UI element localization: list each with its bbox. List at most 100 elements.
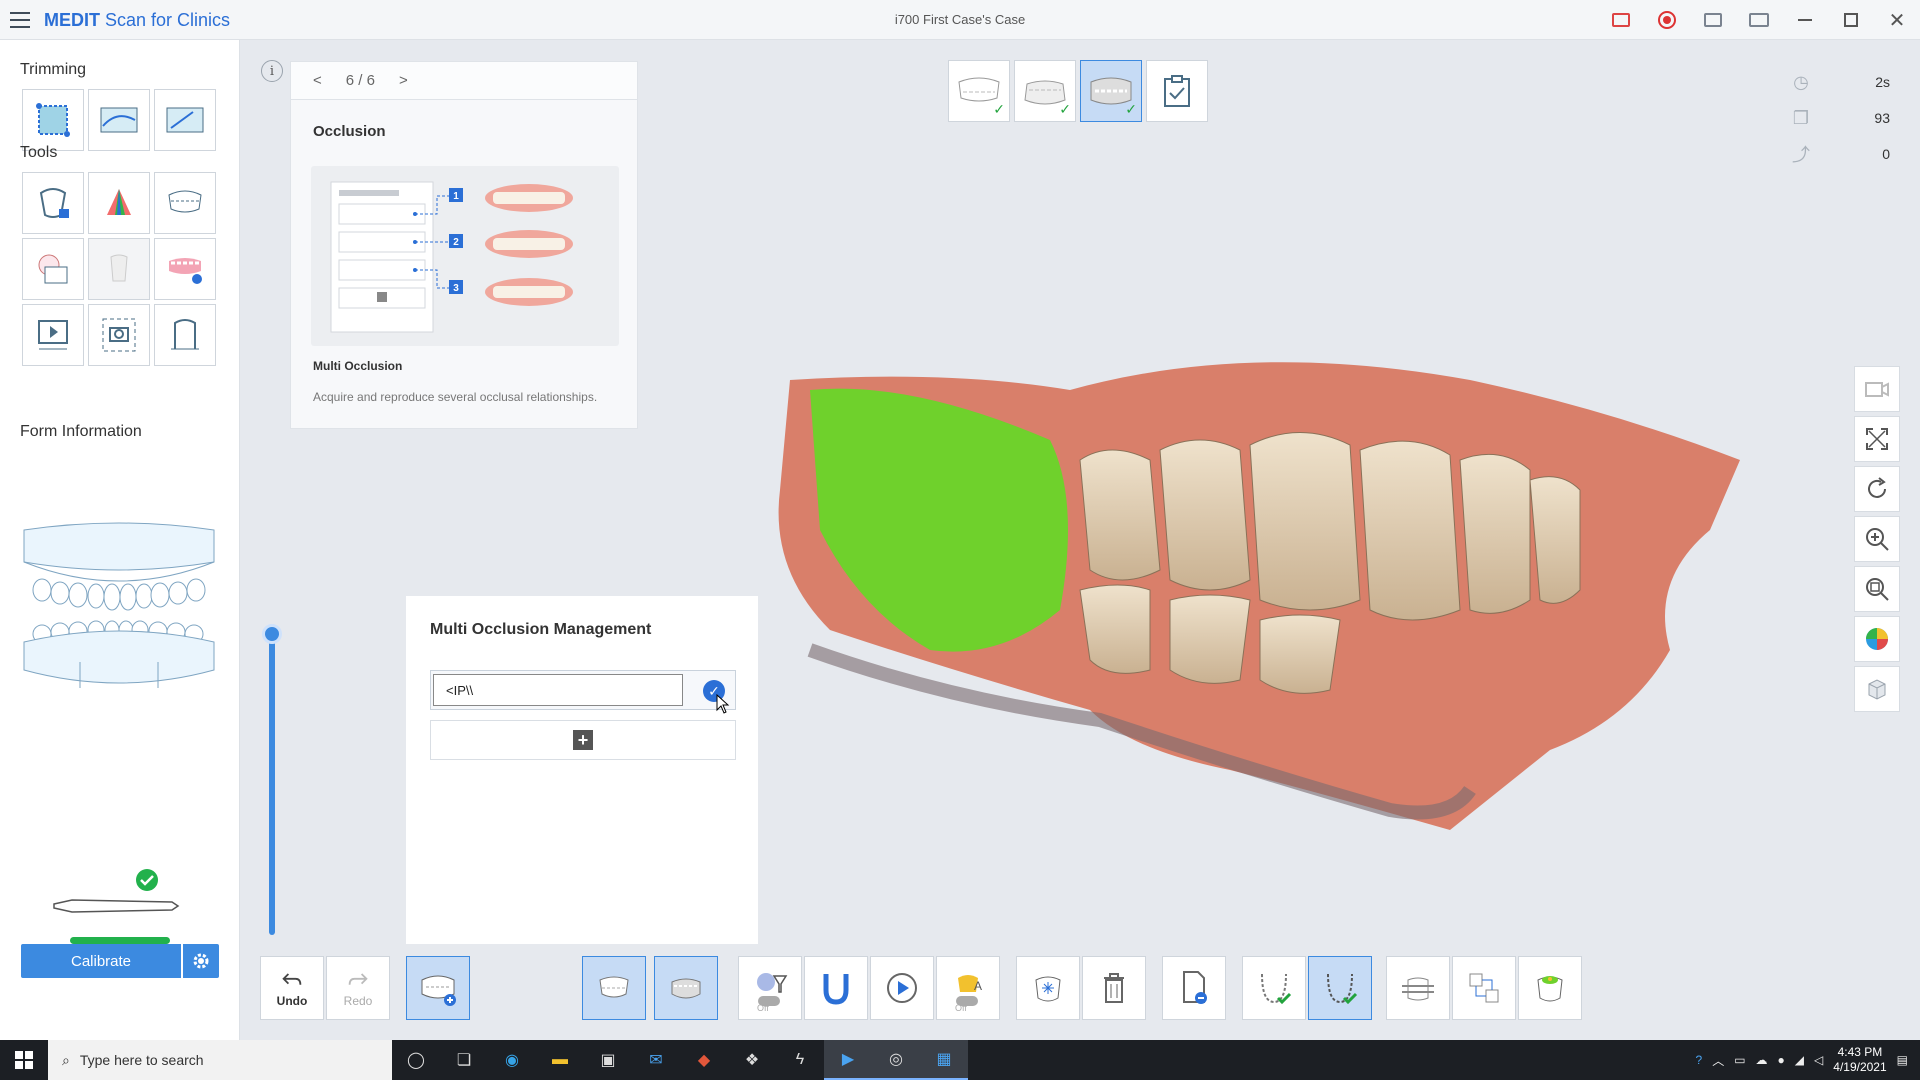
app-terminal-icon[interactable]: ▶ [824, 1040, 872, 1080]
play-button[interactable] [870, 956, 934, 1020]
prev-page-icon[interactable]: < [313, 72, 322, 89]
alignment-button[interactable] [1386, 956, 1450, 1020]
upper-arch-done-button[interactable] [1242, 956, 1306, 1020]
occlusion-analysis-icon [38, 254, 68, 284]
occlusion-name-input[interactable] [433, 674, 683, 706]
video-record-button[interactable] [1854, 366, 1900, 412]
stage-occlusion[interactable]: ✓ [1080, 60, 1142, 122]
fit-view-button[interactable] [1854, 416, 1900, 462]
view-tools [1854, 366, 1900, 712]
zoom-in-button[interactable] [1854, 516, 1900, 562]
minimize-button[interactable] [1782, 0, 1828, 40]
stage-maxilla[interactable]: ✓ [948, 60, 1010, 122]
stat-other: ⤴ 0 [1790, 136, 1890, 172]
cortana-icon[interactable]: ◯ [392, 1040, 440, 1080]
stat-count-value: 93 [1874, 110, 1890, 126]
notifications-icon[interactable]: ▤ [1897, 1053, 1908, 1067]
lower-arch-done-button[interactable] [1308, 956, 1372, 1020]
taskbar-search[interactable]: ⌕ Type here to search [48, 1040, 392, 1080]
gingiva-tool[interactable] [154, 238, 216, 300]
bite-scan-button[interactable] [804, 956, 868, 1020]
undo-button[interactable]: Undo [260, 956, 324, 1020]
file-explorer-icon[interactable]: ▬ [536, 1040, 584, 1080]
smart-stitch-button[interactable] [1518, 956, 1582, 1020]
mail-icon[interactable]: ✉ [632, 1040, 680, 1080]
filter-toggle[interactable]: Off [738, 956, 802, 1020]
3d-scan-model [778, 362, 1740, 830]
stage-check-icon: ✓ [993, 101, 1005, 117]
clinic-icon[interactable] [1598, 0, 1644, 40]
playback-tool[interactable] [22, 304, 84, 366]
search-icon: ⌕ [62, 1051, 70, 1068]
start-button[interactable] [0, 1040, 48, 1080]
cube-icon [1868, 679, 1886, 700]
stage-review[interactable] [1146, 60, 1208, 122]
help-icon[interactable]: ? [1696, 1053, 1703, 1067]
stage-mandible[interactable]: ✓ [1014, 60, 1076, 122]
camera-icon [102, 318, 136, 352]
upper-jaw-toggle[interactable] [582, 956, 646, 1020]
ai-off-label: Off [955, 1003, 967, 1013]
lock-area-tool[interactable] [22, 172, 84, 234]
screenshot-icon[interactable] [1690, 0, 1736, 40]
taskbar-clock[interactable]: 4:43 PM 4/19/2021 [1833, 1045, 1886, 1075]
slider-handle[interactable] [262, 624, 282, 644]
transfer-button[interactable] [1452, 956, 1516, 1020]
app-bolt-icon[interactable]: ϟ [776, 1040, 824, 1080]
transparency-slider[interactable] [269, 635, 275, 935]
reset-view-button[interactable] [1854, 466, 1900, 512]
medit-app-icon[interactable]: ▦ [920, 1040, 968, 1080]
zoom-box-icon [1866, 578, 1889, 601]
trim-brush-tool[interactable] [88, 89, 150, 151]
calibrate-button[interactable]: Calibrate [21, 944, 181, 978]
guide-title: Occlusion [313, 123, 386, 140]
ai-filter-toggle[interactable]: A Off [936, 956, 1000, 1020]
delete-button[interactable] [1082, 956, 1146, 1020]
u-shape-icon [823, 974, 849, 1005]
clock-icon: ◷ [1793, 71, 1809, 92]
windows-logo-icon [15, 1051, 33, 1069]
smart-color-tool[interactable] [88, 172, 150, 234]
add-occlusion-scan-button[interactable] [406, 956, 470, 1020]
volume-icon[interactable]: ◁ [1814, 1053, 1823, 1067]
next-page-icon[interactable]: > [399, 72, 408, 89]
network-icon[interactable]: ◢ [1795, 1053, 1804, 1067]
dropbox-icon[interactable]: ❖ [728, 1040, 776, 1080]
clock-date: 4/19/2021 [1833, 1060, 1887, 1074]
capture-tool[interactable] [88, 304, 150, 366]
battery-icon[interactable]: ▭ [1734, 1053, 1745, 1067]
add-occlusion-button[interactable]: + [430, 720, 736, 760]
stat-time: ◷ 2s [1790, 64, 1890, 100]
close-button[interactable]: ✕ [1874, 0, 1920, 40]
record-icon[interactable] [1644, 0, 1690, 40]
mic-icon[interactable]: ● [1778, 1053, 1785, 1067]
lower-jaw-toggle[interactable] [654, 956, 718, 1020]
edge-icon[interactable]: ◉ [488, 1040, 536, 1080]
multi-occlusion-illustration: 1 2 3 [311, 166, 619, 346]
settings-button[interactable] [183, 944, 219, 978]
occlusion-analysis-tool[interactable] [22, 238, 84, 300]
window-mode-icon[interactable] [1736, 0, 1782, 40]
trim-lasso-tool[interactable] [154, 89, 216, 151]
arch-tool[interactable] [154, 172, 216, 234]
chevron-up-icon[interactable]: ︿ [1712, 1052, 1724, 1069]
trim-select-tool[interactable] [22, 89, 84, 151]
zoom-fit-button[interactable] [1854, 566, 1900, 612]
view-cube-button[interactable] [1854, 666, 1900, 712]
measure-tool[interactable] [154, 304, 216, 366]
cloud-icon[interactable]: ☁ [1756, 1053, 1768, 1067]
step-3-label: 3 [453, 283, 459, 294]
maximize-button[interactable] [1828, 0, 1874, 40]
task-view-icon[interactable]: ❏ [440, 1040, 488, 1080]
store-icon[interactable]: ▣ [584, 1040, 632, 1080]
arch-icon [168, 190, 202, 213]
trim-brush-icon [100, 107, 138, 133]
stat-time-value: 2s [1875, 74, 1890, 90]
app-record-icon[interactable]: ◎ [872, 1040, 920, 1080]
scan-area-button[interactable] [1016, 956, 1080, 1020]
export-button[interactable] [1162, 956, 1226, 1020]
app-diamond-icon[interactable]: ◆ [680, 1040, 728, 1080]
color-map-button[interactable] [1854, 616, 1900, 662]
info-button[interactable]: i [261, 60, 283, 82]
play-screen-icon [38, 320, 68, 350]
